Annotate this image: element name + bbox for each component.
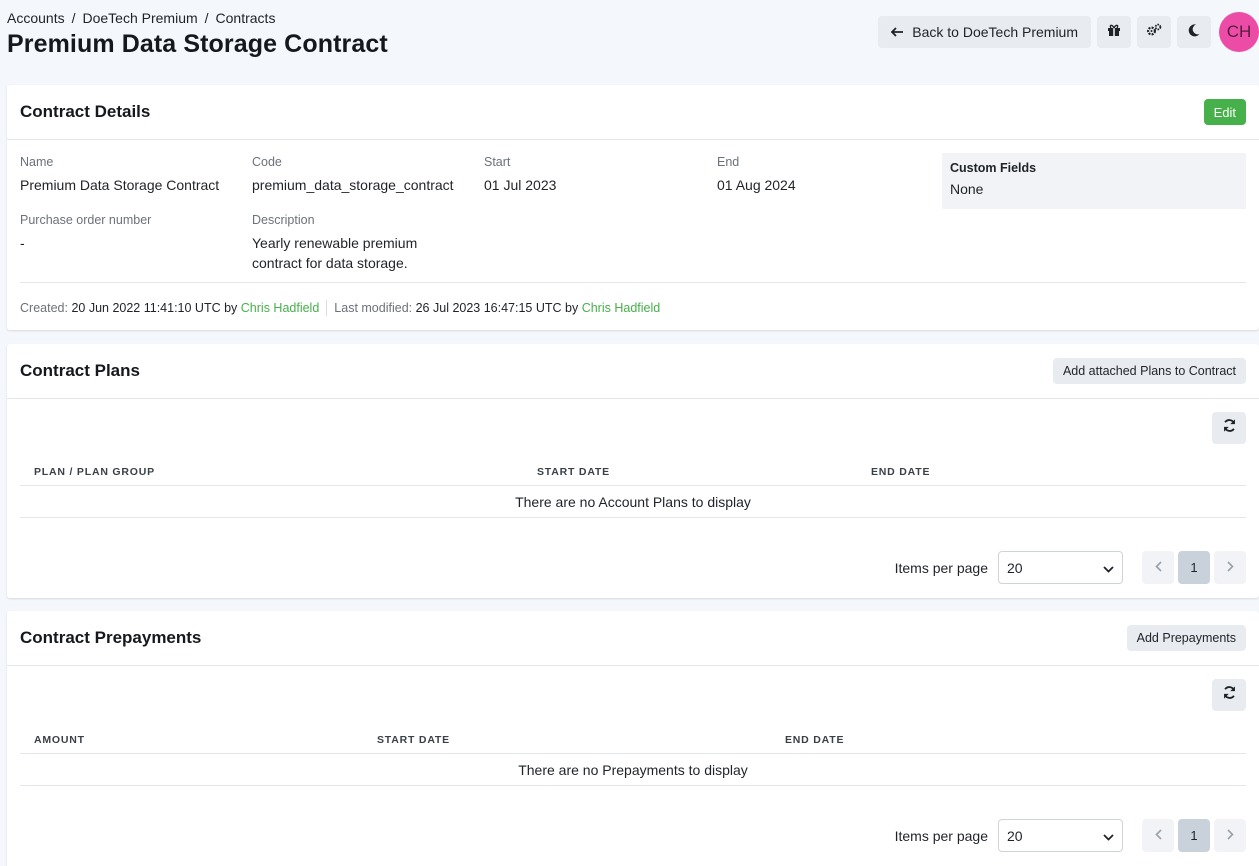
avatar[interactable]: CH <box>1219 12 1259 52</box>
chevron-right-icon <box>1226 559 1234 577</box>
modified-label: Last modified: <box>334 301 413 315</box>
table-header: PLAN / PLAN GROUP START DATE END DATE <box>20 460 1246 486</box>
modified-by-link[interactable]: Chris Hadfield <box>582 301 661 315</box>
table-header: AMOUNT START DATE END DATE <box>20 728 1246 754</box>
add-prepayments-button[interactable]: Add Prepayments <box>1126 625 1246 651</box>
field-value: - <box>20 235 25 251</box>
breadcrumb-separator: / <box>71 10 76 26</box>
empty-message: There are no Prepayments to display <box>20 754 1246 786</box>
field-value: 01 Aug 2024 <box>717 177 796 193</box>
field-label: Description <box>252 213 315 227</box>
breadcrumb-accounts[interactable]: Accounts <box>7 10 65 26</box>
column-header[interactable]: START DATE <box>377 734 450 746</box>
edit-button[interactable]: Edit <box>1203 99 1246 125</box>
field-value: Yearly renewable premium <box>252 235 418 251</box>
back-button[interactable]: Back to DoeTech Premium <box>878 16 1091 48</box>
breadcrumb-separator: / <box>204 10 209 26</box>
items-per-page-label: Items per page <box>894 827 988 844</box>
moon-icon <box>1187 23 1201 42</box>
meta-separator <box>326 300 328 316</box>
card-header: Contract Details Edit <box>7 85 1259 140</box>
created-value: 20 Jun 2022 11:41:10 UTC by <box>71 301 238 315</box>
created-label: Created: <box>20 301 68 315</box>
refresh-button[interactable] <box>1212 412 1246 444</box>
items-per-page-value: 20 <box>1007 827 1023 844</box>
contract-details-card: Contract Details Edit Name Premium Data … <box>7 85 1259 330</box>
custom-fields-box: Custom Fields None <box>942 153 1246 209</box>
field-code: Code premium_data_storage_contract <box>252 155 454 195</box>
page-number-button[interactable]: 1 <box>1178 819 1210 852</box>
field-name: Name Premium Data Storage Contract <box>20 155 219 195</box>
column-header[interactable]: AMOUNT <box>34 734 85 746</box>
card-title: Contract Plans <box>20 361 140 380</box>
custom-fields-title: Custom Fields <box>950 161 1037 175</box>
card-header: Contract Prepayments Add Prepayments <box>7 611 1259 666</box>
column-header[interactable]: END DATE <box>785 734 844 746</box>
field-end: End 01 Aug 2024 <box>717 155 796 195</box>
refresh-icon <box>1222 685 1237 705</box>
gift-icon <box>1107 23 1121 42</box>
top-actions: Back to DoeTech Premium CH <box>878 12 1259 52</box>
pagination: Items per page 20 1 <box>895 551 1246 584</box>
dark-mode-button[interactable] <box>1177 16 1211 48</box>
created-by-link[interactable]: Chris Hadfield <box>241 301 320 315</box>
chevron-down-icon <box>1103 828 1114 844</box>
add-plans-button[interactable]: Add attached Plans to Contract <box>1052 358 1246 384</box>
breadcrumb: Accounts / DoeTech Premium / Contracts <box>7 10 275 26</box>
field-value: premium_data_storage_contract <box>252 177 454 193</box>
items-per-page-label: Items per page <box>894 559 988 576</box>
custom-fields-value: None <box>950 181 984 197</box>
pagination: Items per page 20 1 <box>895 819 1246 852</box>
items-per-page-select[interactable]: 20 <box>998 819 1123 852</box>
details-grid: Name Premium Data Storage Contract Code … <box>7 140 1259 316</box>
next-page-button[interactable] <box>1214 819 1246 852</box>
field-value: 01 Jul 2023 <box>484 177 557 193</box>
settings-button[interactable] <box>1137 16 1171 48</box>
audit-meta: Created: 20 Jun 2022 11:41:10 UTC by Chr… <box>20 300 660 316</box>
page-title: Premium Data Storage Contract <box>7 30 388 58</box>
chevron-right-icon <box>1226 827 1234 845</box>
page-number-button[interactable]: 1 <box>1178 551 1210 584</box>
card-header: Contract Plans Add attached Plans to Con… <box>7 344 1259 399</box>
breadcrumb-contracts[interactable]: Contracts <box>216 10 276 26</box>
column-header[interactable]: PLAN / PLAN GROUP <box>34 466 155 478</box>
empty-message: There are no Account Plans to display <box>20 486 1246 518</box>
column-header[interactable]: START DATE <box>537 466 610 478</box>
field-value: Premium Data Storage Contract <box>20 177 220 193</box>
gift-button[interactable] <box>1097 16 1131 48</box>
field-label: Name <box>20 155 54 169</box>
breadcrumb-account[interactable]: DoeTech Premium <box>82 10 197 26</box>
field-value: contract for data storage. <box>252 255 408 271</box>
chevron-down-icon <box>1103 560 1114 576</box>
chevron-left-icon <box>1154 827 1162 845</box>
items-per-page-select[interactable]: 20 <box>998 551 1123 584</box>
next-page-button[interactable] <box>1214 551 1246 584</box>
card-title: Contract Details <box>20 102 151 121</box>
arrow-left-icon <box>890 24 904 40</box>
column-header[interactable]: END DATE <box>871 466 930 478</box>
prev-page-button[interactable] <box>1142 551 1174 584</box>
modified-value: 26 Jul 2023 16:47:15 UTC by <box>415 301 579 315</box>
refresh-button[interactable] <box>1212 679 1246 711</box>
field-start: Start 01 Jul 2023 <box>484 155 556 195</box>
contract-plans-card: Contract Plans Add attached Plans to Con… <box>7 344 1259 598</box>
refresh-icon <box>1222 418 1237 438</box>
gears-icon <box>1146 23 1162 42</box>
field-description: Description Yearly renewable premium con… <box>252 213 417 273</box>
contract-prepayments-card: Contract Prepayments Add Prepayments AMO… <box>7 611 1259 866</box>
field-label: End <box>717 155 740 169</box>
field-label: Code <box>252 155 282 169</box>
items-per-page-value: 20 <box>1007 559 1023 576</box>
card-title: Contract Prepayments <box>20 628 202 647</box>
divider <box>20 282 1246 283</box>
field-label: Start <box>484 155 511 169</box>
back-button-label: Back to DoeTech Premium <box>912 24 1078 40</box>
chevron-left-icon <box>1154 559 1162 577</box>
field-purchase-order: Purchase order number - <box>20 213 151 253</box>
field-label: Purchase order number <box>20 213 152 227</box>
prev-page-button[interactable] <box>1142 819 1174 852</box>
